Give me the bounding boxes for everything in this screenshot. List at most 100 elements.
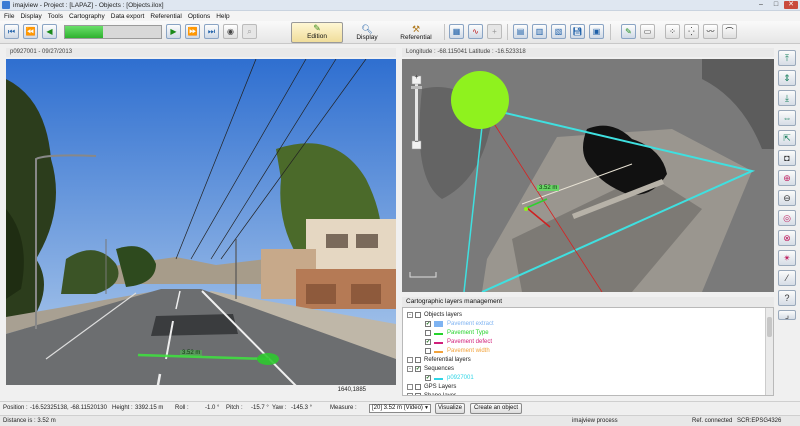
yaw-label: Yaw :: [272, 405, 287, 411]
minimize-button[interactable]: –: [754, 1, 768, 9]
layer-row[interactable]: Pavement Type: [425, 328, 489, 337]
help-icon[interactable]: ?: [778, 290, 796, 306]
pitch-value: -15.7 °: [251, 405, 269, 411]
layer-label: Pavement width: [447, 347, 490, 354]
street-view-image[interactable]: 3.52 m: [6, 59, 396, 396]
create-object-button[interactable]: Create an object: [470, 403, 522, 414]
aerial-map[interactable]: + − 3.52 m: [402, 59, 774, 292]
chevron-down-icon: ▼: [424, 405, 429, 411]
menu-referential[interactable]: Referential: [150, 13, 181, 20]
target-icon[interactable]: ◎: [778, 210, 796, 226]
height-label: Height :: [112, 405, 133, 411]
maximize-button[interactable]: □: [769, 1, 783, 9]
expand-toggle-icon[interactable]: [407, 392, 413, 395]
menu-data-export[interactable]: Data export: [111, 13, 145, 20]
layer-checkbox[interactable]: [415, 311, 421, 318]
layers-scrollbar[interactable]: [765, 308, 773, 395]
layer-row[interactable]: Referential layers: [407, 355, 471, 364]
expand-toggle-icon[interactable]: [407, 356, 413, 363]
ruler-icon[interactable]: ⁄: [778, 270, 796, 286]
scrollbar-thumb[interactable]: [767, 317, 772, 337]
expand-toggle-icon[interactable]: -: [407, 311, 413, 318]
close-button[interactable]: ✕: [784, 1, 798, 9]
first-frame-icon[interactable]: ⏮: [4, 24, 19, 39]
play-backward-icon[interactable]: ◀: [42, 24, 57, 39]
edition-mode-button[interactable]: ✎ Edition: [291, 22, 343, 43]
layer-checkbox[interactable]: [415, 356, 421, 363]
menu-display[interactable]: Display: [20, 13, 41, 20]
align-middle-icon[interactable]: ⇕: [778, 70, 796, 86]
crosshair-icon[interactable]: ⊗: [778, 230, 796, 246]
layer-checkbox[interactable]: [425, 329, 431, 336]
layers-icon[interactable]: ▦: [449, 24, 464, 39]
window-title: imajview - Project : [LAPAZ] - Objects :…: [13, 1, 164, 9]
zoom-out-icon[interactable]: ⊖: [778, 190, 796, 206]
layer-row[interactable]: Shape layer: [407, 391, 456, 395]
layer-row[interactable]: ✔ p0927001: [425, 373, 474, 382]
grid-view-icon[interactable]: ▤: [513, 24, 528, 39]
rectangle-icon[interactable]: ▭: [640, 24, 655, 39]
layer-row[interactable]: GPS Layers: [407, 382, 456, 391]
points-icon[interactable]: ⁘: [665, 24, 680, 39]
last-frame-icon[interactable]: ⏭: [204, 24, 219, 39]
measure-label: Measure :: [330, 405, 357, 411]
table-view-icon[interactable]: ▥: [532, 24, 547, 39]
layer-checkbox[interactable]: ✔: [425, 338, 431, 345]
save-icon[interactable]: 💾︎: [570, 24, 585, 39]
layer-row[interactable]: - Objects layers: [407, 310, 462, 319]
fast-rewind-icon[interactable]: ⏪: [23, 24, 38, 39]
layer-row[interactable]: ✔ Pavement defect: [425, 337, 492, 346]
layer-checkbox[interactable]: [415, 383, 421, 390]
layer-checkbox[interactable]: ✔: [425, 374, 431, 381]
expand-toggle-icon[interactable]: -: [407, 365, 413, 372]
zoom-out-button[interactable]: −: [411, 139, 422, 147]
align-bottom-icon[interactable]: ⤓: [778, 90, 796, 106]
referential-label: Referential: [400, 34, 432, 41]
menu-help[interactable]: Help: [216, 13, 229, 20]
aerial-scene: [402, 59, 774, 292]
edition-label: Edition: [307, 33, 327, 40]
camera-icon[interactable]: ◉: [223, 24, 238, 39]
draw-line-icon[interactable]: ✎: [621, 24, 636, 39]
referential-mode-button[interactable]: ⚒ Referential: [390, 22, 442, 43]
compass-icon[interactable]: ✴: [778, 250, 796, 266]
menu-bar: File Display Tools Cartography Data expo…: [0, 11, 800, 21]
layer-row[interactable]: Pavement width: [425, 346, 490, 355]
polyline-icon[interactable]: 〰: [703, 24, 718, 39]
layer-checkbox[interactable]: ✔: [425, 320, 431, 327]
export-table-icon[interactable]: ▧: [551, 24, 566, 39]
pitch-label: Pitch :: [226, 405, 243, 411]
menu-options[interactable]: Options: [188, 13, 210, 20]
align-top-icon[interactable]: ⤒: [778, 50, 796, 66]
menu-cartography[interactable]: Cartography: [69, 13, 105, 20]
menu-file[interactable]: File: [4, 13, 14, 20]
display-label: Display: [356, 34, 378, 41]
roll-label: Roll :: [175, 405, 189, 411]
layer-checkbox[interactable]: ✔: [415, 365, 421, 372]
image-export-icon[interactable]: ▣: [589, 24, 604, 39]
expand-toggle-icon[interactable]: [407, 383, 413, 390]
signal-icon[interactable]: ∿: [468, 24, 483, 39]
distribute-icon[interactable]: ⇔: [778, 110, 796, 126]
layer-checkbox[interactable]: [425, 347, 431, 354]
zoom-in-button[interactable]: +: [411, 74, 422, 82]
measure-select[interactable]: [20] 3.52 m (Video) ▼: [369, 404, 431, 413]
play-forward-icon[interactable]: ▶: [166, 24, 181, 39]
position-value: -16.52325138, -68.11520130: [30, 405, 107, 411]
resize-icon[interactable]: ⌟: [778, 310, 796, 320]
curve-icon[interactable]: ⌒: [722, 24, 737, 39]
layer-row[interactable]: - ✔ Sequences: [407, 364, 454, 373]
visualize-button[interactable]: Visualize: [435, 403, 465, 414]
export-view-icon[interactable]: ⇱: [778, 130, 796, 146]
playback-progress-bar[interactable]: [64, 25, 162, 39]
snapshot-icon[interactable]: ◘: [778, 150, 796, 166]
layer-checkbox[interactable]: [415, 392, 421, 395]
nodes-icon[interactable]: ⁛: [684, 24, 699, 39]
display-mode-button[interactable]: 🔍︎ Display: [341, 22, 393, 43]
menu-tools[interactable]: Tools: [48, 13, 63, 20]
toolbar-separator: [610, 24, 611, 40]
fast-forward-icon[interactable]: ⏩: [185, 24, 200, 39]
layer-row[interactable]: ✔ Pavement extract: [425, 319, 494, 328]
zoom-in-icon[interactable]: ⊕: [778, 170, 796, 186]
street-view-header: p0927001 - 09/27/2013: [6, 48, 396, 57]
